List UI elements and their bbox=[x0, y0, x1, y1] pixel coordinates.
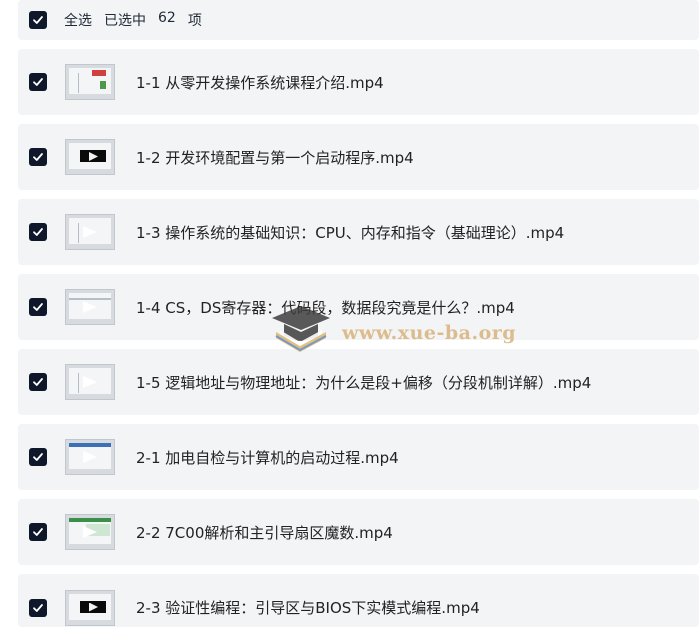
video-thumbnail[interactable] bbox=[65, 514, 115, 550]
file-checkbox[interactable] bbox=[29, 223, 47, 241]
video-thumbnail[interactable] bbox=[65, 364, 115, 400]
check-icon bbox=[33, 603, 43, 612]
selection-summary: 全选 已选中 62 项 bbox=[64, 10, 202, 30]
play-icon bbox=[89, 602, 98, 612]
check-icon bbox=[33, 78, 43, 86]
selected-unit: 项 bbox=[187, 13, 202, 29]
select-all-row[interactable]: 全选 已选中 62 项 bbox=[18, 0, 699, 40]
file-checkbox[interactable] bbox=[29, 73, 47, 91]
file-row[interactable]: 2-2 7C00解析和主引导扇区魔数.mp4 bbox=[18, 499, 699, 565]
file-row[interactable]: 2-1 加电自检与计算机的启动过程.mp4 bbox=[18, 424, 699, 490]
selected-count: 62 bbox=[158, 10, 176, 26]
video-thumbnail[interactable] bbox=[65, 589, 115, 626]
file-checkbox[interactable] bbox=[29, 448, 47, 466]
file-checkbox[interactable] bbox=[29, 523, 47, 541]
file-checkbox[interactable] bbox=[29, 148, 47, 166]
check-icon bbox=[33, 303, 43, 311]
file-row[interactable]: 1-4 CS，DS寄存器：代码段，数据段究竟是什么？.mp4 bbox=[18, 274, 699, 340]
file-name[interactable]: 1-5 逻辑地址与物理地址：为什么是段+偏移（分段机制详解）.mp4 bbox=[136, 372, 591, 393]
select-all-checkbox[interactable] bbox=[29, 11, 47, 29]
file-name[interactable]: 2-2 7C00解析和主引导扇区魔数.mp4 bbox=[136, 522, 393, 543]
file-row[interactable]: 2-3 验证性编程：引导区与BIOS下实模式编程.mp4 bbox=[18, 574, 699, 627]
play-icon bbox=[89, 152, 98, 161]
file-name[interactable]: 1-4 CS，DS寄存器：代码段，数据段究竟是什么？.mp4 bbox=[136, 297, 515, 318]
file-row[interactable]: 1-3 操作系统的基础知识：CPU、内存和指令（基础理论）.mp4 bbox=[18, 199, 699, 265]
file-row[interactable]: 1-1 从零开发操作系统课程介绍.mp4 bbox=[18, 49, 699, 115]
file-checkbox[interactable] bbox=[29, 598, 47, 617]
video-thumbnail[interactable] bbox=[65, 139, 115, 175]
file-checkbox[interactable] bbox=[29, 373, 47, 391]
video-thumbnail[interactable] bbox=[65, 439, 115, 475]
file-name[interactable]: 1-2 开发环境配置与第一个启动程序.mp4 bbox=[136, 147, 414, 168]
check-icon bbox=[33, 16, 43, 24]
file-name[interactable]: 2-3 验证性编程：引导区与BIOS下实模式编程.mp4 bbox=[136, 597, 480, 618]
select-all-label: 全选 bbox=[64, 13, 92, 29]
video-thumbnail[interactable] bbox=[65, 289, 115, 325]
check-icon bbox=[33, 453, 43, 461]
video-thumbnail[interactable] bbox=[65, 214, 115, 250]
selected-label: 已选中 bbox=[104, 13, 146, 29]
check-icon bbox=[33, 378, 43, 386]
file-row[interactable]: 1-5 逻辑地址与物理地址：为什么是段+偏移（分段机制详解）.mp4 bbox=[18, 349, 699, 415]
file-row[interactable]: 1-2 开发环境配置与第一个启动程序.mp4 bbox=[18, 124, 699, 190]
file-name[interactable]: 1-1 从零开发操作系统课程介绍.mp4 bbox=[136, 72, 384, 93]
video-thumbnail[interactable] bbox=[65, 64, 115, 100]
file-name[interactable]: 1-3 操作系统的基础知识：CPU、内存和指令（基础理论）.mp4 bbox=[136, 222, 564, 243]
file-checkbox[interactable] bbox=[29, 298, 47, 316]
check-icon bbox=[33, 228, 43, 236]
check-icon bbox=[33, 528, 43, 536]
file-name[interactable]: 2-1 加电自检与计算机的启动过程.mp4 bbox=[136, 447, 399, 468]
check-icon bbox=[33, 153, 43, 161]
